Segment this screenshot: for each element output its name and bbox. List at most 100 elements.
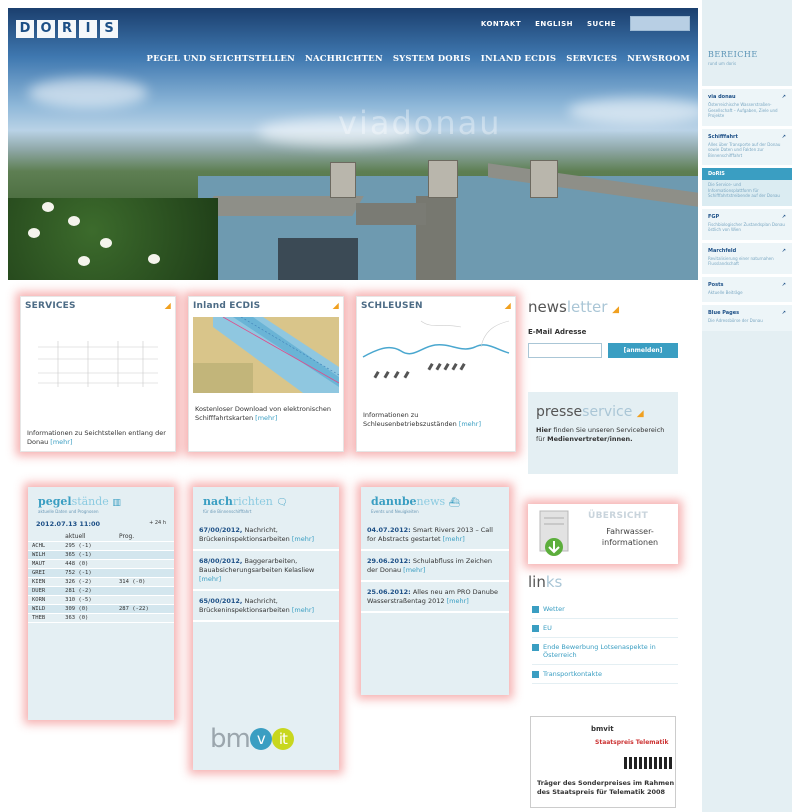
arrow-icon: ◢ (164, 301, 171, 310)
link-item-wetter[interactable]: Wetter (532, 600, 678, 619)
sidebar-item-doris[interactable]: DoRIS Die Service- und Informationsplatt… (702, 165, 792, 206)
newsletter-subscribe-button[interactable]: [anmelden] (608, 343, 678, 358)
nav-newsroom[interactable]: NEWSROOM (627, 54, 690, 64)
link-icon (532, 606, 539, 613)
ship-icon: ⛴ (448, 498, 461, 508)
search-input[interactable] (630, 16, 690, 31)
card-pegelstaende[interactable]: pegelstände ▥ aktuelle Daten und Prognos… (28, 487, 174, 720)
schleusen-map-thumbnail (362, 320, 510, 379)
card-danubenews[interactable]: danubenews ⛴ Events und Neuigkeiten 04.0… (361, 487, 509, 695)
news-item[interactable]: 25.06.2012: Alles neu am PRO Danube Wass… (361, 582, 509, 613)
fahrwasser-box[interactable]: ÜBERSICHT Fahrwasser-informationen (528, 504, 678, 564)
speech-bubble-icon: 🗨 (276, 498, 288, 508)
presse-title: presseservice ◢ (536, 404, 644, 420)
hero-watermark: viadonau (338, 104, 502, 142)
links-list: Wetter EU Ende Bewerbung Lotsenaspekte i… (532, 600, 678, 684)
presse-service-box[interactable]: presseservice ◢ Hier finden Sie unseren … (528, 392, 678, 474)
right-sidebar: BEREICHE rund um doris via donau ↗ Österr… (702, 0, 792, 812)
newsletter-email-input[interactable] (528, 343, 602, 358)
table-row[interactable]: THEB 363 (0) (28, 613, 174, 623)
arrow-icon: ◢ (612, 305, 620, 315)
award-box[interactable]: bmvit Staatspreis Telematik Träger des S… (530, 716, 676, 808)
news-item[interactable]: 29.06.2012: Schulabfluss im Zeichen der … (361, 551, 509, 582)
newsletter-email-label: E-Mail Adresse (528, 328, 587, 336)
link-item-transportkontakte[interactable]: Transportkontakte (532, 665, 678, 684)
sidebar-item-schifffahrt[interactable]: Schifffahrt ↗ Alles über Transporte auf d… (702, 125, 792, 165)
sidebar-item-marchfeld[interactable]: Marchfeld ↗ Revitalisierung einer naturna… (702, 239, 792, 274)
pegel-subtitle: aktuelle Daten und Prognosen (38, 509, 99, 514)
news-item[interactable]: 65/00/2012, Nachricht, Brückeninspektion… (193, 591, 339, 622)
arrow-icon: ◢ (504, 301, 511, 310)
arrow-icon: ↗ (781, 94, 786, 100)
link-kontakt[interactable]: KONTAKT (481, 20, 521, 28)
arrow-icon: ↗ (781, 281, 786, 288)
sidebar-item-fgp[interactable]: FGP ↗ Fischbiologischer Zustandsplan Dona… (702, 205, 792, 240)
award-seal (624, 757, 672, 769)
nav-inland-ecdis[interactable]: INLAND ECDIS (481, 54, 557, 64)
links-title: links (528, 573, 563, 591)
link-icon (532, 625, 539, 632)
bmvit-logo[interactable]: bm v it (210, 724, 294, 754)
fahrwasser-heading: ÜBERSICHT (588, 511, 649, 521)
link-icon (532, 644, 539, 651)
table-row[interactable]: KIEN 326 (-2) 314 (-0) (28, 577, 174, 587)
danubenews-subtitle: Events und Neuigkeiten (371, 509, 419, 514)
arrow-icon: ↗ (781, 133, 786, 140)
table-row[interactable]: WILD 309 (0) 287 (-22) (28, 604, 174, 614)
card-services[interactable]: SERVICES ◢ Informationen zu Seichtstellen… (20, 296, 176, 452)
arrow-icon: ↗ (781, 247, 786, 254)
link-suche[interactable]: SUCHE (587, 20, 616, 28)
more-link[interactable]: [mehr] (255, 414, 277, 422)
sidebar-item-via-donau[interactable]: via donau ↗ Österreichische Wasserstraßen… (702, 86, 792, 126)
award-logo: bmvit (591, 725, 614, 733)
sidebar-item-blue-pages[interactable]: Blue Pages ↗ Die Adressbörse der Donau (702, 302, 792, 331)
sidebar-item-posts[interactable]: Posts ↗ Aktuelle Beiträge (702, 273, 792, 302)
more-link[interactable]: [mehr] (50, 438, 72, 446)
document-download-icon (539, 510, 569, 556)
table-row[interactable]: MAUT 448 (0) (28, 559, 174, 569)
link-item-eu[interactable]: EU (532, 619, 678, 638)
newsletter-title: newsletter ◢ (528, 298, 620, 316)
nav-services[interactable]: SERVICES (566, 54, 617, 64)
presse-text: Hier finden Sie unseren Servicebereich f… (536, 426, 665, 443)
link-english[interactable]: ENGLISH (535, 20, 573, 28)
main-navigation: PEGEL UND SEICHTSTELLEN NACHRICHTEN SYST… (147, 54, 690, 64)
chart-icon: ▥ (112, 498, 121, 508)
table-row[interactable]: GREI 752 (-1) (28, 568, 174, 578)
news-item[interactable]: 68/00/2012, Baggerarbeiten, Bauabsicheru… (193, 551, 339, 591)
services-thumbnail (38, 341, 158, 387)
news-item[interactable]: 67/00/2012, Nachricht, Brückeninspektion… (193, 520, 339, 551)
page: viadonau D O R I S KONTAKT ENGLISH SUCHE… (0, 0, 792, 812)
table-row[interactable]: KORN 310 (-5) (28, 595, 174, 605)
pegel-date-row: 2012.07.13 11:00 + 24 h (36, 520, 166, 528)
arrow-icon: ↗ (781, 213, 786, 220)
arrow-icon: ◢ (636, 409, 644, 419)
nav-nachrichten[interactable]: NACHRICHTEN (305, 54, 383, 64)
nachrichten-subtitle: für die Binnenschifffahrt (203, 509, 252, 514)
card-schleusen[interactable]: SCHLEUSEN ◢ Informationen zu Schleusenbet… (356, 296, 516, 452)
link-icon (532, 671, 539, 678)
top-links: KONTAKT ENGLISH SUCHE (481, 16, 690, 31)
table-row[interactable]: ACHL 295 (-1) (28, 541, 174, 551)
link-item-bewerbung[interactable]: Ende Bewerbung Lotsenaspekte in Österrei… (532, 638, 678, 665)
pegel-table: aktuell Prog. ACHL 295 (-1) WILH 365 (-1) M… (28, 532, 174, 623)
table-row[interactable]: WILH 365 (-1) (28, 550, 174, 560)
news-item[interactable]: 04.07.2012: Smart Rivers 2013 – Call for… (361, 520, 509, 551)
fahrwasser-label: Fahrwasser-informationen (601, 527, 659, 547)
ecdis-map-thumbnail (193, 317, 339, 393)
arrow-icon: ◢ (332, 301, 339, 310)
danubenews-logo: danubenews ⛴ (371, 495, 461, 508)
card-inland-ecdis[interactable]: Inland ECDIS ◢ Kostenloser Download von e… (188, 296, 344, 452)
sidebar-subtitle: rund um doris (708, 61, 737, 66)
hero-banner: viadonau D O R I S KONTAKT ENGLISH SUCHE… (8, 8, 698, 280)
flowers-foreground (8, 198, 218, 280)
sidebar-title: BEREICHE (708, 50, 758, 59)
nachrichten-logo: nachrichten 🗨 (203, 495, 288, 508)
table-row[interactable]: DUER 281 (-2) (28, 586, 174, 596)
more-link[interactable]: [mehr] (459, 420, 481, 428)
nav-pegel[interactable]: PEGEL UND SEICHTSTELLEN (147, 54, 296, 64)
nav-system-doris[interactable]: SYSTEM DORIS (393, 54, 471, 64)
award-flag: Staatspreis Telematik (595, 739, 669, 746)
doris-logo[interactable]: D O R I S (16, 20, 118, 38)
pegel-logo: pegelstände ▥ (38, 495, 121, 508)
